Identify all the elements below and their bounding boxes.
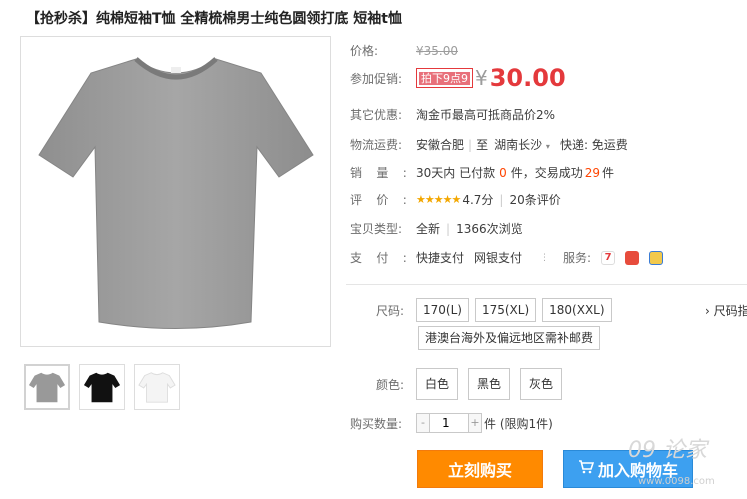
item-type-row: 宝贝类型: 全新 | 1366次浏览 — [350, 221, 523, 237]
ship-to-select[interactable]: 湖南长沙 ▾ — [494, 136, 550, 153]
promo-row: 参加促销: 拍下9点9 ¥ 30.00 — [350, 64, 566, 92]
type-label: 宝贝类型: — [350, 222, 403, 236]
color-option-white[interactable]: 白色 — [416, 368, 459, 400]
quantity-label: 购买数量: — [350, 416, 403, 431]
cart-icon — [578, 459, 595, 479]
price-row: 价格: ¥35.00 — [350, 42, 458, 59]
more-icon[interactable]: ⋮ — [540, 253, 549, 263]
promo-price: 30.00 — [489, 64, 566, 92]
price-label: 价格: — [350, 44, 379, 58]
payment-method-quick: 快捷支付 — [416, 251, 465, 265]
quantity-unit: 件 (限购1件) — [484, 416, 553, 431]
shipping-label: 物流运费: — [350, 138, 403, 152]
ship-to-prefix: 至 — [476, 138, 489, 152]
promo-box: 拍下9点9 — [416, 68, 473, 88]
watermark-logo: 09 论家 — [628, 438, 707, 463]
thumbnail-black[interactable] — [79, 364, 125, 410]
credit-card-icon[interactable] — [649, 250, 664, 265]
quantity-stepper: - + — [416, 413, 482, 433]
sales-paid: 0 — [499, 165, 507, 180]
other-discount-row: 其它优惠: 淘金币最高可抵商品价2% — [350, 106, 555, 123]
review-count-link[interactable]: 20条评价 — [509, 191, 560, 208]
yen-symbol: ¥ — [475, 66, 488, 90]
buy-now-button[interactable]: 立刻购买 — [417, 450, 543, 488]
payment-row: 支付: 快捷支付 网银支付 ⋮ 服务: 7 — [350, 249, 664, 266]
star-rating-icon: ★★★★★ — [416, 193, 461, 206]
sales-suffix: 件 — [602, 166, 615, 180]
payment-label: 支付: — [350, 251, 422, 265]
quantity-row: 购买数量: - + 件 (限购1件) — [350, 413, 553, 433]
sales-label: 销量: — [350, 166, 422, 180]
original-price: ¥35.00 — [416, 43, 458, 58]
color-option-gray[interactable]: 灰色 — [520, 368, 563, 400]
main-product-image — [20, 36, 331, 347]
tshirt-image — [38, 57, 314, 329]
shipping-row: 物流运费: 安徽合肥 | 至 湖南长沙 ▾ 快递: 免运费 — [350, 136, 628, 153]
thumbnail-gray[interactable] — [24, 364, 70, 410]
quantity-minus-button[interactable]: - — [417, 414, 429, 432]
views-text: 1366次浏览 — [456, 222, 523, 236]
quantity-input[interactable] — [429, 414, 469, 432]
rating-label: 评价: — [350, 193, 422, 207]
tshirt-gray-thumb — [28, 372, 66, 403]
promo-tag: 拍下9点9 — [419, 72, 470, 85]
color-label: 颜色: — [375, 377, 404, 392]
other-label: 其它优惠: — [350, 108, 403, 122]
quantity-plus-button[interactable]: + — [469, 414, 481, 432]
condition-text: 全新 — [416, 222, 441, 236]
other-text: 淘金币最高可抵商品价2% — [416, 108, 556, 122]
seven-day-return-icon[interactable]: 7 — [601, 250, 616, 265]
sales-row: 销量: 30天内 已付款 0 件，交易成功 29 件 — [350, 164, 614, 181]
size-option-l[interactable]: 170(L) — [416, 298, 469, 322]
size-guide-link[interactable]: › 尺码指 — [705, 302, 747, 319]
color-row: 颜色: 白色 黑色 灰色 — [350, 368, 563, 400]
rating-row: 评价: ★★★★★ 4.7分 | 20条评价 — [350, 191, 561, 208]
guarantee-icon[interactable] — [625, 250, 640, 265]
thumbnail-white[interactable] — [134, 364, 180, 410]
size-row: 尺码: 170(L) 175(XL) 180(XXL) — [350, 298, 612, 322]
rating-score: 4.7分 — [462, 193, 494, 207]
color-option-black[interactable]: 黑色 — [468, 368, 511, 400]
size-option-xxl[interactable]: 180(XXL) — [542, 298, 612, 322]
chevron-down-icon: ▾ — [545, 142, 550, 151]
watermark-url: www.0098.com — [638, 476, 715, 487]
thumbnail-list — [24, 364, 180, 410]
sales-success: 29 — [584, 165, 601, 180]
promo-label: 参加促销: — [350, 71, 403, 86]
size-label: 尺码: — [375, 303, 404, 318]
ship-from: 安徽合肥 — [416, 138, 465, 152]
section-divider — [346, 284, 747, 285]
size-option-xl[interactable]: 175(XL) — [474, 298, 537, 322]
sales-prefix: 30天内 已付款 — [416, 166, 496, 180]
payment-method-bank: 网银支付 — [474, 251, 523, 265]
remote-area-shipping-option[interactable]: 港澳台海外及偏远地区需补邮费 — [418, 326, 601, 350]
service-label: 服务: — [563, 251, 592, 265]
sales-mid: 件，交易成功 — [510, 166, 583, 180]
shipping-note-row: 港澳台海外及偏远地区需补邮费 — [418, 326, 601, 350]
express-text: 快递: 免运费 — [559, 138, 628, 152]
tshirt-white-thumb — [138, 372, 176, 403]
product-title: 【抢秒杀】纯棉短袖T恤 全精梳棉男士纯色圆领打底 短袖t恤 — [26, 11, 402, 27]
tshirt-black-thumb — [83, 372, 121, 403]
